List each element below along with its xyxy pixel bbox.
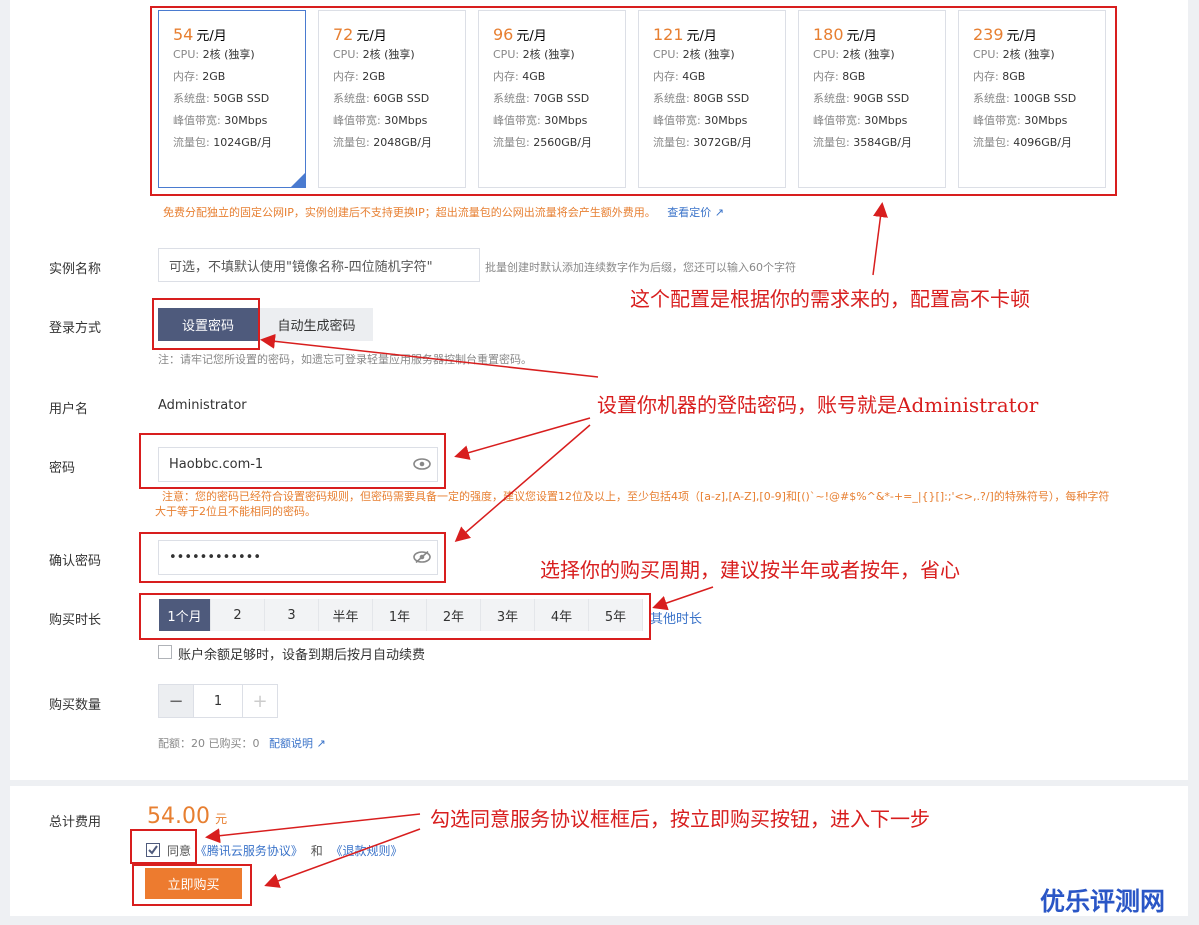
annotation-password: 设置你机器的登陆密码，账号就是Administrator — [597, 393, 1039, 417]
annotation-config: 这个配置是根据你的需求来的，配置高不卡顿 — [630, 287, 1030, 311]
annotation-duration: 选择你的购买周期，建议按半年或者按年，省心 — [540, 558, 960, 582]
annotation-arrows — [205, 202, 888, 888]
annotation-buy: 勾选同意服务协议框框后，按立即购买按钮，进入下一步 — [430, 807, 930, 831]
watermark: 优乐评测网 — [1040, 887, 1166, 916]
